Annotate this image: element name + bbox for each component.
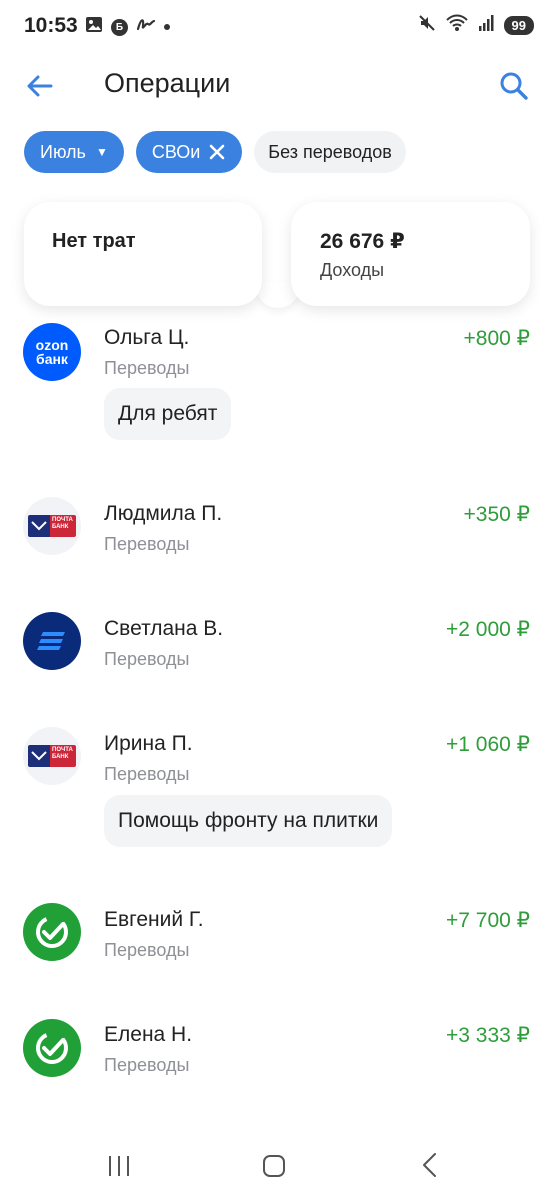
signature-icon bbox=[136, 16, 156, 38]
dot-icon bbox=[164, 24, 170, 30]
sber-logo bbox=[23, 903, 81, 961]
pochta-bank-mark: ПОЧТА БАНК bbox=[28, 515, 76, 537]
income-label: Доходы bbox=[320, 260, 385, 280]
operation-category: Переводы bbox=[104, 940, 190, 960]
logo-text: банк bbox=[36, 351, 68, 367]
operation-amount: +3 333 ₽ bbox=[445, 1024, 530, 1047]
filter-chip-month[interactable]: Июль ▼ bbox=[24, 131, 124, 173]
filter-chip-label: Без переводов bbox=[268, 141, 392, 162]
status-time: 10:53 bbox=[24, 14, 78, 37]
status-bar: 10:53 Б 99 bbox=[0, 0, 554, 52]
logo-text: ПОЧТА БАНК bbox=[50, 745, 76, 767]
wifi-icon bbox=[445, 14, 468, 37]
image-icon bbox=[85, 16, 103, 38]
logo-text: ПОЧТА БАНК bbox=[50, 515, 76, 537]
pochta-bank-logo: ПОЧТА БАНК bbox=[23, 497, 81, 555]
signal-icon bbox=[478, 14, 494, 37]
pochta-bank-mark: ПОЧТА БАНК bbox=[28, 745, 76, 767]
filter-chip-label: СВОи bbox=[151, 141, 201, 162]
operation-row[interactable]: Светлана В. Переводы +2 000 ₽ bbox=[0, 612, 554, 692]
filter-chips: Июль ▼ СВОи Без переводов bbox=[24, 131, 406, 173]
filter-chip-category[interactable]: СВОи bbox=[135, 131, 243, 173]
logo-text: ozon bbox=[35, 337, 69, 353]
status-icons-left: Б bbox=[85, 16, 170, 38]
income-card[interactable]: 26 676 ₽ Доходы bbox=[291, 202, 530, 306]
operation-row[interactable]: Елена Н. Переводы +3 333 ₽ bbox=[0, 1019, 554, 1099]
status-icons-right: 99 bbox=[418, 14, 534, 37]
operation-amount: +7 700 ₽ bbox=[445, 909, 530, 932]
ozon-bank-logo: ozon банк bbox=[23, 323, 81, 381]
header: Операции bbox=[0, 58, 554, 114]
summary-cards: Нет трат 26 676 ₽ Доходы bbox=[0, 190, 554, 320]
operation-row[interactable]: ПОЧТА БАНК Людмила П. Переводы +350 ₽ bbox=[0, 497, 554, 577]
back-nav-icon[interactable] bbox=[420, 1152, 440, 1178]
expenses-label: Нет трат bbox=[52, 230, 136, 252]
search-icon[interactable] bbox=[496, 68, 532, 104]
system-nav-bar bbox=[0, 1130, 554, 1200]
operation-row[interactable]: Евгений Г. Переводы +7 700 ₽ bbox=[0, 903, 554, 983]
page-title: Операции bbox=[104, 68, 231, 98]
income-amount: 26 676 ₽ bbox=[320, 230, 405, 253]
operation-category: Переводы bbox=[104, 1055, 190, 1075]
b-badge-icon: Б bbox=[111, 18, 128, 36]
operation-name: Ирина П. bbox=[104, 732, 193, 755]
operation-row[interactable]: ПОЧТА БАНК Ирина П. Переводы +1 060 ₽ По… bbox=[0, 727, 554, 853]
pochta-bank-logo: ПОЧТА БАНК bbox=[23, 727, 81, 785]
expenses-card[interactable]: Нет трат bbox=[24, 202, 262, 306]
mute-icon bbox=[418, 14, 436, 37]
sovcombank-logo bbox=[23, 612, 81, 670]
back-arrow-icon[interactable] bbox=[22, 68, 58, 104]
filter-chip-no-transfers[interactable]: Без переводов bbox=[254, 131, 406, 173]
operation-name: Светлана В. bbox=[104, 617, 224, 640]
battery-icon: 99 bbox=[503, 16, 534, 35]
recents-icon[interactable] bbox=[106, 1154, 132, 1178]
chevron-down-icon: ▼ bbox=[95, 145, 108, 159]
operation-category: Переводы bbox=[104, 649, 190, 669]
operation-amount: +800 ₽ bbox=[463, 327, 531, 350]
operation-note: Для ребят bbox=[104, 388, 232, 440]
operation-category: Переводы bbox=[104, 358, 190, 378]
filter-chip-label: Июль bbox=[40, 141, 86, 162]
operation-name: Елена Н. bbox=[104, 1023, 193, 1046]
operation-amount: +1 060 ₽ bbox=[445, 733, 530, 756]
close-icon[interactable] bbox=[208, 143, 226, 161]
operation-category: Переводы bbox=[104, 764, 190, 784]
operation-name: Ольга Ц. bbox=[104, 326, 190, 349]
sber-logo bbox=[23, 1019, 81, 1077]
home-icon[interactable] bbox=[262, 1154, 286, 1178]
operation-name: Евгений Г. bbox=[104, 908, 204, 931]
operation-row[interactable]: ozon банк Ольга Ц. Переводы +800 ₽ Для р… bbox=[0, 316, 554, 452]
operation-amount: +2 000 ₽ bbox=[445, 618, 530, 641]
operation-category: Переводы bbox=[104, 534, 190, 554]
operation-note: Помощь фронту на плитки bbox=[104, 795, 393, 847]
operation-amount: +350 ₽ bbox=[463, 503, 531, 526]
operation-name: Людмила П. bbox=[104, 502, 223, 525]
